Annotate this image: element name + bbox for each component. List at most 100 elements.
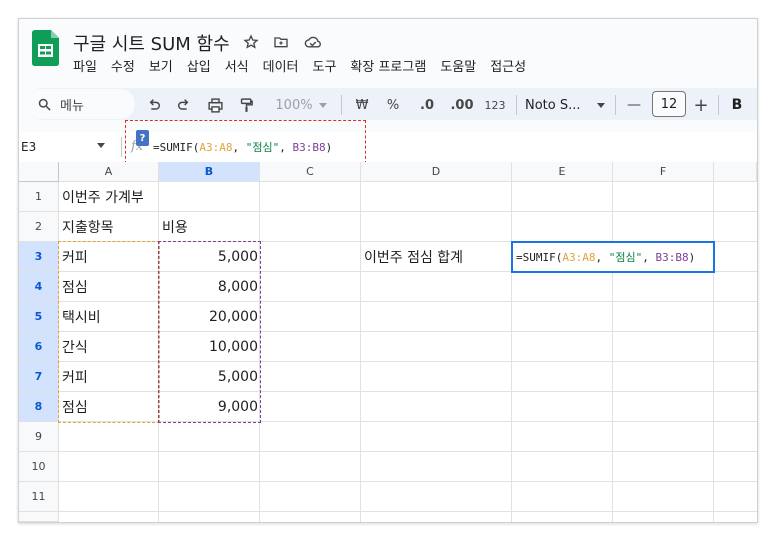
column-header-a[interactable]: A — [59, 162, 159, 182]
row-header-6[interactable]: 6 — [19, 332, 59, 362]
gridline — [360, 182, 361, 522]
toolbar-divider — [615, 95, 616, 115]
row-header-2[interactable]: 2 — [19, 212, 59, 242]
row-header-9[interactable]: 9 — [19, 422, 59, 452]
search-icon — [38, 98, 51, 111]
name-box-value: E3 — [21, 140, 37, 154]
menu-search-label: 메뉴 — [60, 98, 84, 114]
gridline — [612, 182, 613, 522]
screenshot-frame: 구글 시트 SUM 함수 파일 수정 보기 삽입 서식 데이터 도구 확장 프로… — [18, 18, 758, 523]
font-dropdown-icon[interactable] — [595, 95, 607, 115]
increase-decimal-button[interactable]: .00 — [448, 95, 476, 115]
percent-symbol: % — [386, 97, 400, 113]
menu-bar: 파일 수정 보기 삽입 서식 데이터 도구 확장 프로그램 도움말 접근성 — [73, 56, 526, 75]
menu-tools[interactable]: 도구 — [313, 56, 337, 75]
minus-label: — — [627, 97, 641, 113]
document-title[interactable]: 구글 시트 SUM 함수 — [73, 30, 230, 56]
font-family-select[interactable]: Noto S... — [525, 95, 587, 115]
row-header-3[interactable]: 3 — [19, 242, 59, 272]
font-family-value: Noto S... — [525, 97, 581, 113]
spreadsheet-grid[interactable]: A B C D E F 1 2 3 4 5 6 7 8 9 10 11 이번주 … — [19, 162, 757, 522]
row-header-8[interactable]: 8 — [19, 392, 59, 422]
range-b3-b8-highlight — [158, 241, 261, 423]
menu-data[interactable]: 데이터 — [263, 56, 299, 75]
percent-format-button[interactable]: % — [384, 95, 402, 115]
column-header-g[interactable] — [714, 162, 757, 182]
gridline — [511, 182, 512, 522]
active-cell-e3[interactable]: =SUMIF(A3:A8, "점심", B3:B8) — [511, 241, 715, 273]
menu-help[interactable]: 도움말 — [440, 56, 476, 75]
menu-edit[interactable]: 수정 — [111, 56, 135, 75]
number-format-button[interactable]: 123 — [482, 95, 508, 115]
currency-symbol: ₩ — [355, 97, 369, 113]
font-size-input[interactable]: 12 — [652, 91, 686, 117]
cell-formula-range-a: A3:A8 — [562, 250, 596, 264]
menu-insert[interactable]: 삽입 — [187, 56, 211, 75]
cell-a1[interactable]: 이번주 가계부 — [59, 182, 259, 212]
undo-icon[interactable] — [143, 95, 165, 115]
name-box-dropdown-icon[interactable] — [97, 143, 105, 148]
currency-format-button[interactable]: ₩ — [353, 95, 371, 115]
toolbar-divider — [341, 95, 342, 115]
range-a3-a8-highlight — [58, 241, 160, 423]
menu-file[interactable]: 파일 — [73, 56, 97, 75]
cell-formula-criterion: "점심" — [608, 251, 643, 264]
toolbar-divider — [718, 95, 719, 115]
plus-label: + — [693, 94, 709, 116]
column-header-e[interactable]: E — [512, 162, 613, 182]
cell-b2[interactable]: 비용 — [159, 212, 260, 242]
gridline — [59, 451, 757, 452]
row-header-1[interactable]: 1 — [19, 182, 59, 212]
name-box[interactable]: E3 — [19, 132, 109, 162]
row-header-10[interactable]: 10 — [19, 452, 59, 482]
gridline — [59, 511, 757, 512]
cell-formula-separator: , — [642, 250, 656, 264]
zoom-value: 100% — [275, 97, 313, 113]
sheets-logo-icon[interactable] — [32, 30, 59, 66]
row-header-12[interactable] — [19, 512, 59, 522]
bold-button[interactable]: B — [728, 95, 746, 115]
row-header-5[interactable]: 5 — [19, 302, 59, 332]
redo-icon[interactable] — [173, 95, 195, 115]
column-header-d[interactable]: D — [361, 162, 512, 182]
cloud-status-icon[interactable] — [303, 32, 323, 52]
decrease-decimal-button[interactable]: .0 — [415, 95, 439, 115]
paint-format-icon[interactable] — [235, 95, 257, 115]
cell-formula-prefix: =SUMIF( — [516, 250, 563, 264]
menu-extensions[interactable]: 확장 프로그램 — [350, 56, 426, 75]
decrease-decimal-label: .0 — [420, 97, 434, 113]
row-header-7[interactable]: 7 — [19, 362, 59, 392]
cell-d3[interactable]: 이번주 점심 합계 — [361, 242, 512, 272]
increase-font-size-button[interactable]: + — [691, 94, 711, 116]
star-icon[interactable] — [241, 32, 261, 52]
menu-search[interactable]: 메뉴 — [27, 89, 135, 119]
cell-a2[interactable]: 지출항목 — [59, 212, 159, 242]
menu-format[interactable]: 서식 — [225, 56, 249, 75]
decrease-font-size-button[interactable]: — — [624, 95, 644, 115]
google-sheets-window: 구글 시트 SUM 함수 파일 수정 보기 삽입 서식 데이터 도구 확장 프로… — [19, 19, 757, 522]
menu-accessibility[interactable]: 접근성 — [490, 56, 526, 75]
column-header-c[interactable]: C — [260, 162, 361, 182]
menu-view[interactable]: 보기 — [149, 56, 173, 75]
gridline — [59, 481, 757, 482]
column-header-b[interactable]: B — [159, 162, 260, 182]
increase-decimal-label: .00 — [450, 97, 474, 113]
formula-divider — [121, 137, 122, 157]
cell-formula-suffix: ) — [688, 250, 696, 264]
bold-label: B — [731, 97, 743, 113]
gridline — [713, 182, 714, 522]
font-size-value: 12 — [660, 96, 678, 112]
cell-formula-range-b: B3:B8 — [655, 250, 689, 264]
toolbar-divider — [516, 95, 517, 115]
select-all-corner[interactable] — [19, 162, 59, 182]
row-header-4[interactable]: 4 — [19, 272, 59, 302]
move-folder-icon[interactable] — [271, 32, 291, 52]
column-header-f[interactable]: F — [613, 162, 714, 182]
zoom-select[interactable]: 100% — [272, 95, 316, 115]
formula-highlight-annotation — [125, 120, 366, 164]
print-icon[interactable] — [204, 95, 226, 115]
row-header-11[interactable]: 11 — [19, 482, 59, 512]
zoom-dropdown-icon[interactable] — [317, 95, 329, 115]
number-format-label: 123 — [484, 98, 506, 112]
cell-formula-separator: , — [595, 250, 609, 264]
